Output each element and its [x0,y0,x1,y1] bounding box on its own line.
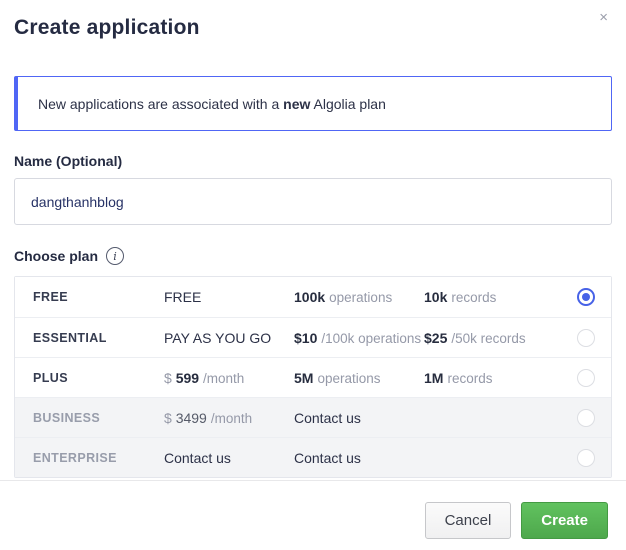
plan-price: $ 599/month [164,369,245,386]
plan-row-essential[interactable]: ESSENTIAL PAY AS YOU GO $10/100k operati… [15,317,611,357]
plan-row-enterprise[interactable]: ENTERPRISE Contact us Contact us [15,437,611,477]
plan-contact: Contact us [294,409,361,426]
plan-name: ESSENTIAL [33,330,107,345]
plan-price: Contact us [164,449,231,466]
plan-row-free[interactable]: FREE FREE 100k operations 10k records [15,277,611,317]
notice-banner: New applications are associated with a n… [14,76,612,131]
plan-operations: $10/100k operations [294,329,422,346]
footer-divider [0,480,626,481]
plan-operations: 5M operations [294,369,381,386]
info-icon[interactable]: i [106,247,125,265]
create-button[interactable]: Create [521,502,608,539]
plan-name: PLUS [33,370,68,385]
plan-row-plus[interactable]: PLUS $ 599/month 5M operations 1M records [15,357,611,397]
plan-radio[interactable] [577,408,595,427]
plan-radio[interactable] [577,328,595,347]
plan-records: 1M records [424,369,493,386]
plan-price: PAY AS YOU GO [164,329,272,346]
plan-name: ENTERPRISE [33,450,117,465]
close-icon[interactable]: × [599,10,608,25]
plan-row-business[interactable]: BUSINESS $ 3499/month Contact us [15,397,611,437]
plan-radio[interactable] [577,288,595,306]
plan-name: FREE [33,290,68,304]
plan-records: 10k records [424,289,497,305]
plan-records: $25/50k records [424,329,526,346]
name-field-label: Name (Optional) [14,153,123,169]
plan-operations: 100k operations [294,289,393,305]
plan-price: $ 3499/month [164,409,253,426]
plan-table: FREE FREE 100k operations 10k records ESSE… [14,276,612,478]
plan-radio[interactable] [577,448,595,467]
create-application-modal: Create application × New applications ar… [0,0,626,550]
choose-plan-label: Choose plan [14,248,99,264]
choose-plan-header: Choose plan i [14,247,612,265]
cancel-button[interactable]: Cancel [424,502,512,539]
plan-radio[interactable] [577,368,595,387]
plan-contact: Contact us [294,449,361,466]
plan-price: FREE [164,289,202,305]
footer: Cancel Create [424,502,608,539]
notice-text: New applications are associated with a n… [38,95,386,112]
plan-name: BUSINESS [33,410,101,425]
modal-title: Create application [14,16,200,39]
name-input[interactable] [14,178,612,225]
